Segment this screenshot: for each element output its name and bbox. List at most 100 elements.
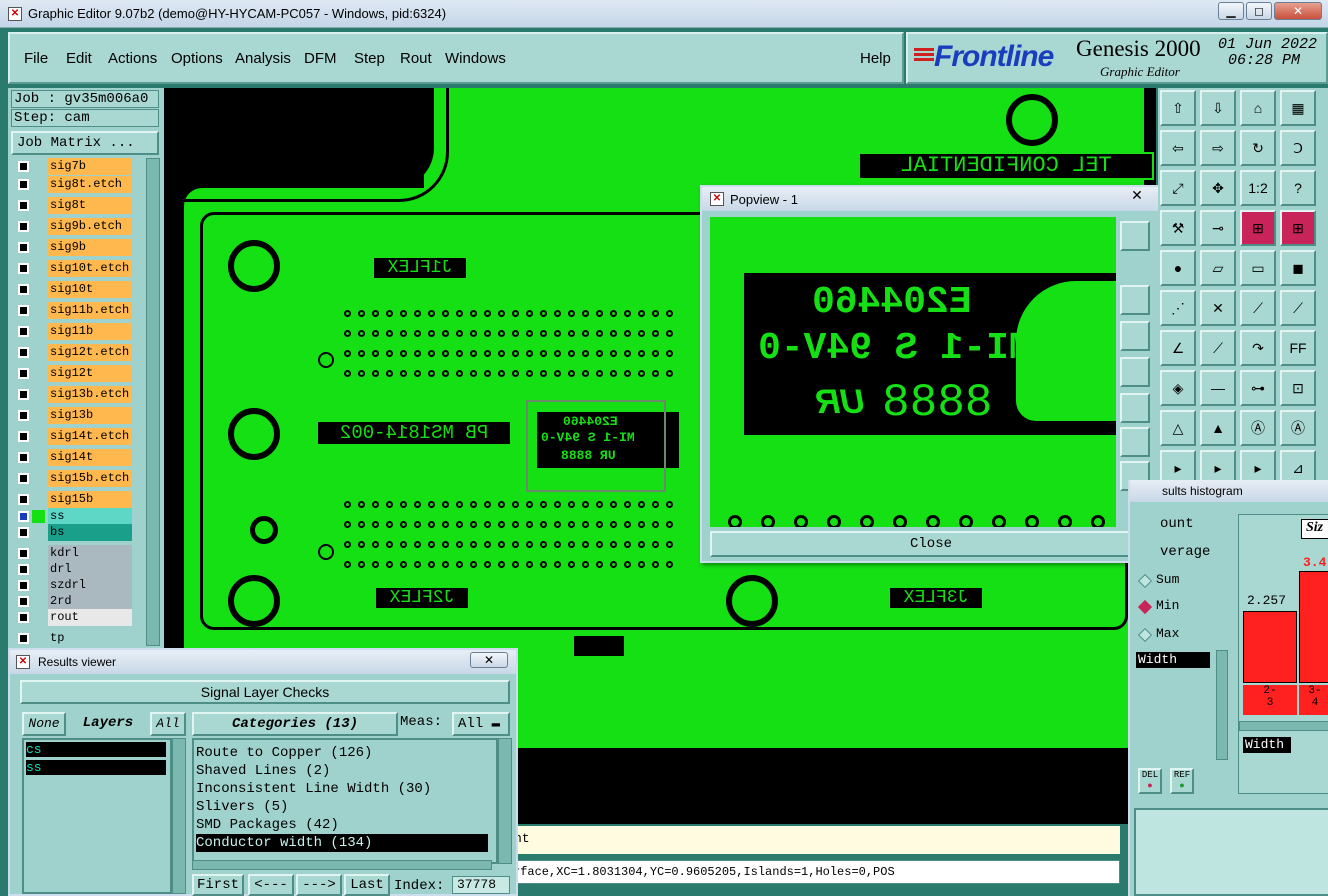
layer-list-scrollbar-2[interactable] xyxy=(172,738,186,894)
histogram-option-count[interactable]: ount xyxy=(1160,516,1194,532)
flip-icon[interactable]: FF xyxy=(1280,330,1316,366)
hammer-icon[interactable]: ⚒ xyxy=(1160,210,1196,246)
layer-row[interactable]: sig10t xyxy=(14,281,132,298)
menu-dfm[interactable]: DFM xyxy=(304,50,337,67)
delete-icon[interactable]: ✕ xyxy=(1200,290,1236,326)
last-button[interactable]: Last xyxy=(344,874,390,896)
connect-icon[interactable]: ⋰ xyxy=(1160,290,1196,326)
radio-sum-icon[interactable] xyxy=(1137,573,1153,589)
layer-row[interactable]: sig12t xyxy=(14,365,132,382)
copy-icon[interactable]: ⊡ xyxy=(1280,370,1316,406)
layer-checkbox[interactable] xyxy=(18,431,29,442)
menu-step[interactable]: Step xyxy=(354,50,385,67)
histogram-field-scrollbar[interactable] xyxy=(1216,650,1228,760)
ref-button[interactable]: REF ● xyxy=(1170,768,1194,794)
layer-row[interactable]: sig8t.etch xyxy=(14,176,132,193)
layer-row[interactable]: sig8t xyxy=(14,197,132,214)
layer-row[interactable]: sig14t.etch xyxy=(14,428,132,445)
zoom-home-icon[interactable]: ⇧ xyxy=(1160,90,1196,126)
layer-row[interactable]: sig7b xyxy=(14,158,132,175)
layer-row[interactable]: sig15b.etch xyxy=(14,470,132,487)
job-matrix-button[interactable]: Job Matrix ... xyxy=(11,131,159,155)
ruler-icon[interactable]: ▭ xyxy=(1240,250,1276,286)
menu-file[interactable]: File xyxy=(24,50,48,67)
layer-checkbox[interactable] xyxy=(18,548,29,559)
layer-checkbox[interactable] xyxy=(18,179,29,190)
histogram-field-2[interactable]: Width xyxy=(1243,737,1291,753)
histogram-bar-2[interactable] xyxy=(1299,571,1328,683)
triangle-icon[interactable]: △ xyxy=(1160,410,1196,446)
dimension-icon[interactable]: ⊶ xyxy=(1240,370,1276,406)
popview-close-icon[interactable]: ✕ xyxy=(1122,187,1152,207)
del-button[interactable]: DEL ● xyxy=(1138,768,1162,794)
filled-triangle-icon[interactable]: ▲ xyxy=(1200,410,1236,446)
popview-tool-icon[interactable] xyxy=(1120,221,1150,251)
select-icon[interactable]: ● xyxy=(1160,250,1196,286)
layer-checkbox[interactable] xyxy=(18,564,29,575)
popview-canvas[interactable]: E204460 MI-1 S 94V-0 UR 8888 xyxy=(710,217,1116,527)
draw-line-icon[interactable]: ⟋ xyxy=(1200,330,1236,366)
prev-button[interactable]: <--- xyxy=(248,874,294,896)
layer-checkbox[interactable] xyxy=(18,305,29,316)
layer-checkbox[interactable] xyxy=(18,511,29,522)
category-item[interactable]: Shaved Lines (2) xyxy=(196,762,330,780)
minimize-button[interactable]: ▁ xyxy=(1218,2,1244,20)
help-icon[interactable]: ? xyxy=(1280,170,1316,206)
layer-row[interactable]: sig14t xyxy=(14,449,132,466)
square-icon[interactable]: ◼ xyxy=(1280,250,1316,286)
pan-left-icon[interactable]: ⇦ xyxy=(1160,130,1196,166)
menu-rout[interactable]: Rout xyxy=(400,50,432,67)
zoom-fit-icon[interactable]: ⤢ xyxy=(1160,170,1196,206)
layer-row[interactable]: bs xyxy=(14,524,132,541)
layer-row[interactable]: sig13b xyxy=(14,407,132,424)
first-button[interactable]: First xyxy=(192,874,244,896)
layers-none-button[interactable]: None xyxy=(22,712,66,736)
pan-all-icon[interactable]: ✥ xyxy=(1200,170,1236,206)
layer-row[interactable]: sig9b.etch xyxy=(14,218,132,235)
result-layer-item[interactable]: cs xyxy=(26,742,166,757)
next-button[interactable]: ---> xyxy=(296,874,342,896)
layer-row[interactable]: sig10t.etch xyxy=(14,260,132,277)
menu-analysis[interactable]: Analysis xyxy=(235,50,291,67)
menu-actions[interactable]: Actions xyxy=(108,50,157,67)
dash-icon[interactable]: — xyxy=(1200,370,1236,406)
layer-row[interactable]: sig12t.etch xyxy=(14,344,132,361)
rotate-icon[interactable]: ▱ xyxy=(1200,250,1236,286)
popview-tool-icon[interactable] xyxy=(1120,357,1150,387)
layer-checkbox[interactable] xyxy=(18,410,29,421)
histogram-option-sum[interactable]: Sum xyxy=(1156,572,1179,587)
histogram-option-average[interactable]: verage xyxy=(1160,544,1210,560)
undo-icon[interactable]: Ↄ xyxy=(1280,130,1316,166)
line-alt-icon[interactable]: ⟋ xyxy=(1280,290,1316,326)
layer-row[interactable]: 2rd xyxy=(14,593,132,610)
layer-checkbox[interactable] xyxy=(18,326,29,337)
line-icon[interactable]: ⟋ xyxy=(1240,290,1276,326)
layer-checkbox[interactable] xyxy=(18,527,29,538)
signal-layer-checks-button[interactable]: Signal Layer Checks xyxy=(20,680,510,704)
popview-tool-icon[interactable] xyxy=(1120,427,1150,457)
layer-row[interactable]: szdrl xyxy=(14,577,132,594)
histogram-field[interactable]: Width xyxy=(1136,652,1210,668)
category-item-selected[interactable]: Conductor width (134) xyxy=(196,834,488,852)
layer-checkbox[interactable] xyxy=(18,242,29,253)
layer-checkbox[interactable] xyxy=(18,612,29,623)
layer-row[interactable]: sig15b xyxy=(14,491,132,508)
layer-row[interactable]: ss xyxy=(14,508,132,525)
histogram-bar-1[interactable] xyxy=(1243,611,1297,683)
probe-icon[interactable]: ⊸ xyxy=(1200,210,1236,246)
layer-checkbox[interactable] xyxy=(18,161,29,172)
layer-row[interactable]: sig9b xyxy=(14,239,132,256)
mode-icon[interactable]: ⊞ xyxy=(1240,210,1276,246)
category-item[interactable]: Route to Copper (126) xyxy=(196,744,372,762)
layer-row[interactable]: kdrl xyxy=(14,545,132,562)
mode-alt-icon[interactable]: ⊞ xyxy=(1280,210,1316,246)
layer-row[interactable]: rout xyxy=(14,609,132,626)
maximize-button[interactable]: ◻ xyxy=(1246,2,1272,20)
layer-row[interactable]: tp xyxy=(14,630,132,647)
layer-checkbox[interactable] xyxy=(18,263,29,274)
category-item[interactable]: Slivers (5) xyxy=(196,798,288,816)
pan-right-icon[interactable]: ⇨ xyxy=(1200,130,1236,166)
zoom-out-icon[interactable]: ⇩ xyxy=(1200,90,1236,126)
layer-row[interactable]: sig11b.etch xyxy=(14,302,132,319)
result-layer-item[interactable]: ss xyxy=(26,760,166,775)
